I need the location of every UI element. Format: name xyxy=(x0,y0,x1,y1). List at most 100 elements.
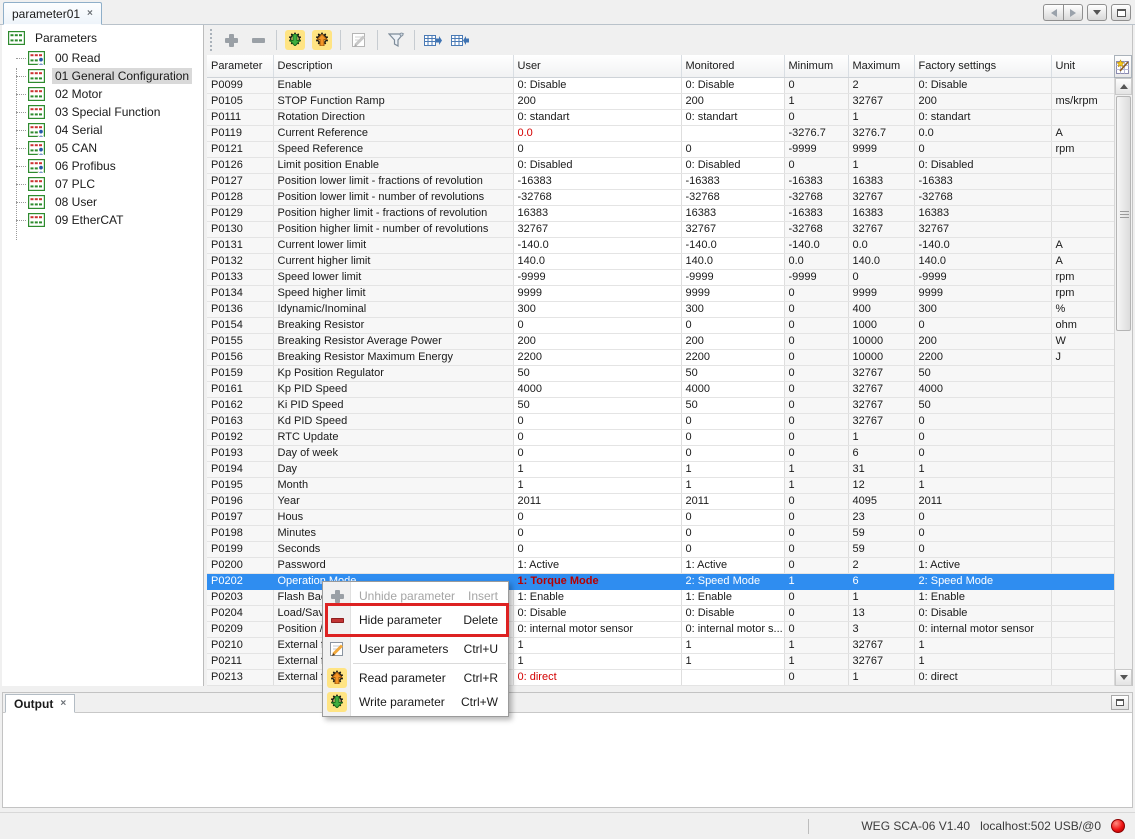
cell-unit[interactable] xyxy=(1051,205,1115,221)
cell-parameter[interactable]: P0199 xyxy=(207,541,273,557)
table-row[interactable]: P0121Speed Reference00-999999990rpm xyxy=(207,141,1115,157)
cell-monitored[interactable] xyxy=(681,125,784,141)
cell-unit[interactable] xyxy=(1051,189,1115,205)
cell-unit[interactable] xyxy=(1051,605,1115,621)
table-row[interactable]: P0194Day111311 xyxy=(207,461,1115,477)
cell-maximum[interactable]: 16383 xyxy=(848,205,914,221)
cell-user[interactable]: 0: Disable xyxy=(513,77,681,93)
cell-monitored[interactable]: 0: internal motor s... xyxy=(681,621,784,637)
cell-unit[interactable] xyxy=(1051,397,1115,413)
read-parameter-button[interactable]: ⚙ xyxy=(310,28,334,52)
cell-monitored[interactable]: 200 xyxy=(681,333,784,349)
cell-description[interactable]: Month xyxy=(273,477,513,493)
cell-parameter[interactable]: P0154 xyxy=(207,317,273,333)
menu-item-hide-parameter[interactable]: Hide parameterDelete xyxy=(323,608,508,632)
cell-monitored[interactable]: 32767 xyxy=(681,221,784,237)
menu-item-unhide-parameter[interactable]: Unhide parameterInsert xyxy=(323,584,508,608)
table-row[interactable]: P0199Seconds000590 xyxy=(207,541,1115,557)
cell-description[interactable]: Kp Position Regulator xyxy=(273,365,513,381)
cell-factory[interactable]: 200 xyxy=(914,93,1051,109)
cell-user[interactable]: 1 xyxy=(513,637,681,653)
cell-description[interactable]: Rotation Direction xyxy=(273,109,513,125)
cell-maximum[interactable]: 1000 xyxy=(848,317,914,333)
table-row[interactable]: P0131Current lower limit-140.0-140.0-140… xyxy=(207,237,1115,253)
cell-user[interactable]: 0: Disabled xyxy=(513,157,681,173)
cell-user[interactable]: 0 xyxy=(513,141,681,157)
cell-parameter[interactable]: P0197 xyxy=(207,509,273,525)
sidebar-item-07-plc[interactable]: 07 PLC xyxy=(2,175,203,193)
cell-maximum[interactable]: 3276.7 xyxy=(848,125,914,141)
add-parameter-button[interactable] xyxy=(219,28,243,52)
cell-user[interactable]: 1 xyxy=(513,653,681,669)
cell-factory[interactable]: 0.0 xyxy=(914,125,1051,141)
cell-factory[interactable]: 1: Enable xyxy=(914,589,1051,605)
cell-unit[interactable] xyxy=(1051,221,1115,237)
cell-description[interactable]: Day xyxy=(273,461,513,477)
cell-monitored[interactable]: 2011 xyxy=(681,493,784,509)
cell-user[interactable]: 0: Disable xyxy=(513,605,681,621)
cell-parameter[interactable]: P0159 xyxy=(207,365,273,381)
cell-parameter[interactable]: P0121 xyxy=(207,141,273,157)
table-row[interactable]: P0133Speed lower limit-9999-9999-99990-9… xyxy=(207,269,1115,285)
cell-description[interactable]: Breaking Resistor Average Power xyxy=(273,333,513,349)
cell-parameter[interactable]: P0204 xyxy=(207,605,273,621)
cell-minimum[interactable]: 0 xyxy=(784,525,848,541)
cell-monitored[interactable]: 0: Disable xyxy=(681,77,784,93)
cell-description[interactable]: RTC Update xyxy=(273,429,513,445)
cell-monitored[interactable]: 140.0 xyxy=(681,253,784,269)
cell-monitored[interactable]: 0 xyxy=(681,509,784,525)
cell-description[interactable]: Year xyxy=(273,493,513,509)
cell-factory[interactable]: -32768 xyxy=(914,189,1051,205)
cell-unit[interactable] xyxy=(1051,173,1115,189)
cell-maximum[interactable]: 16383 xyxy=(848,173,914,189)
cell-user[interactable]: 1 xyxy=(513,461,681,477)
cell-minimum[interactable]: 0.0 xyxy=(784,253,848,269)
menu-item-user-parameters[interactable]: User parametersCtrl+U xyxy=(323,637,508,661)
cell-user[interactable]: 200 xyxy=(513,93,681,109)
cell-parameter[interactable]: P0203 xyxy=(207,589,273,605)
table-row[interactable]: P0129Position higher limit - fractions o… xyxy=(207,205,1115,221)
cell-user[interactable]: 0.0 xyxy=(513,125,681,141)
tab-output[interactable]: Output × xyxy=(5,694,75,713)
table-row[interactable]: P0130Position higher limit - number of r… xyxy=(207,221,1115,237)
cell-monitored[interactable]: 1 xyxy=(681,653,784,669)
sidebar-item-01-general-configuration[interactable]: 01 General Configuration xyxy=(2,67,203,85)
cell-monitored[interactable]: -140.0 xyxy=(681,237,784,253)
cell-unit[interactable] xyxy=(1051,509,1115,525)
cell-minimum[interactable]: 0 xyxy=(784,605,848,621)
cell-parameter[interactable]: P0194 xyxy=(207,461,273,477)
cell-minimum[interactable]: 0 xyxy=(784,589,848,605)
cell-maximum[interactable]: 6 xyxy=(848,445,914,461)
cell-monitored[interactable]: 300 xyxy=(681,301,784,317)
cell-factory[interactable]: 300 xyxy=(914,301,1051,317)
cell-factory[interactable]: 140.0 xyxy=(914,253,1051,269)
cell-monitored[interactable]: -16383 xyxy=(681,173,784,189)
toolbar-drag-handle[interactable] xyxy=(210,29,212,51)
cell-monitored[interactable]: 1 xyxy=(681,461,784,477)
cell-maximum[interactable]: 32767 xyxy=(848,653,914,669)
cell-minimum[interactable]: 0 xyxy=(784,157,848,173)
cell-unit[interactable] xyxy=(1051,525,1115,541)
cell-factory[interactable]: 0: Disable xyxy=(914,77,1051,93)
cell-user[interactable]: -140.0 xyxy=(513,237,681,253)
table-row[interactable]: P0128Position lower limit - number of re… xyxy=(207,189,1115,205)
cell-user[interactable]: 4000 xyxy=(513,381,681,397)
cell-unit[interactable] xyxy=(1051,445,1115,461)
table-row[interactable]: P0197Hous000230 xyxy=(207,509,1115,525)
cell-unit[interactable]: ohm xyxy=(1051,317,1115,333)
cell-monitored[interactable]: 0 xyxy=(681,525,784,541)
cell-description[interactable]: Breaking Resistor Maximum Energy xyxy=(273,349,513,365)
cell-minimum[interactable]: 0 xyxy=(784,109,848,125)
cell-unit[interactable] xyxy=(1051,493,1115,509)
cell-factory[interactable]: 1 xyxy=(914,653,1051,669)
cell-minimum[interactable]: 0 xyxy=(784,301,848,317)
cell-maximum[interactable]: 1 xyxy=(848,589,914,605)
cell-minimum[interactable]: -3276.7 xyxy=(784,125,848,141)
table-row[interactable]: P0155Breaking Resistor Average Power2002… xyxy=(207,333,1115,349)
cell-parameter[interactable]: P0193 xyxy=(207,445,273,461)
nav-forward-button[interactable] xyxy=(1063,4,1083,21)
cell-minimum[interactable]: 0 xyxy=(784,557,848,573)
cell-minimum[interactable]: -16383 xyxy=(784,205,848,221)
cell-unit[interactable]: A xyxy=(1051,237,1115,253)
cell-minimum[interactable]: -32768 xyxy=(784,221,848,237)
